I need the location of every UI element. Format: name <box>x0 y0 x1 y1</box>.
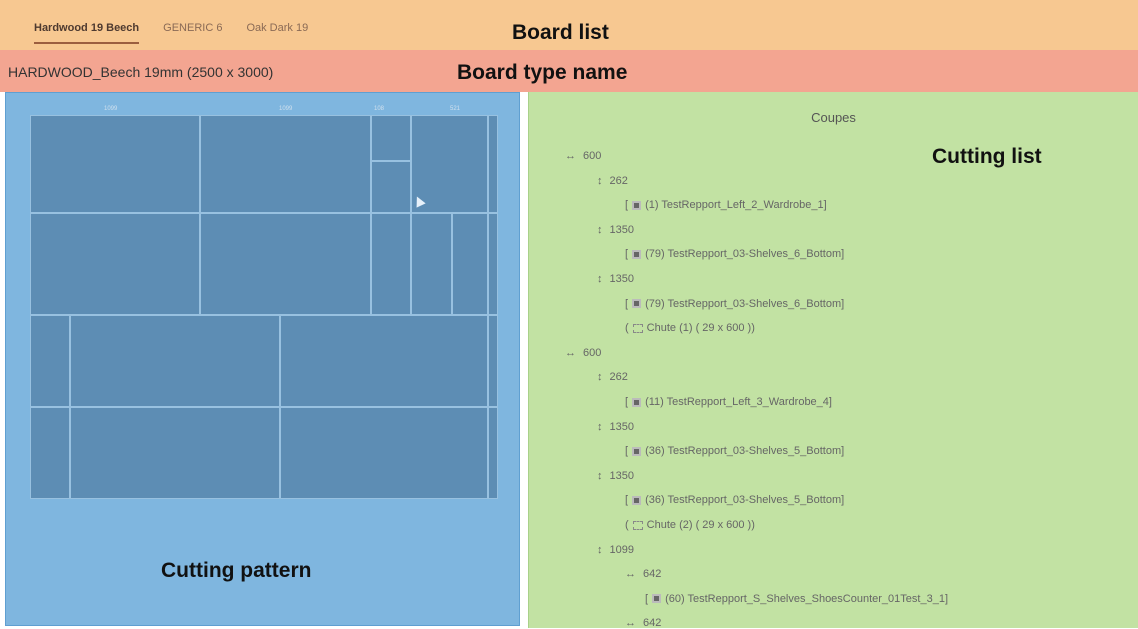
board-piece[interactable] <box>371 115 411 161</box>
row-text: Chute (1) ( 29 x 600 ) <box>646 322 752 335</box>
cutting-list-row: ↔ 600 <box>565 347 601 359</box>
horizontal-arrow-icon: ↔ <box>625 568 636 581</box>
row-text: Chute (2) ( 29 x 600 ) <box>646 519 752 531</box>
part-checkbox-icon <box>652 594 662 604</box>
vertical-arrow-icon: ↕ <box>597 469 603 482</box>
cutting-list-label: Cutting list <box>932 145 1042 168</box>
cutting-list-title: Coupes <box>811 110 856 125</box>
board-piece[interactable] <box>30 213 200 315</box>
cutting-list-panel: Coupes ↔ 600 ↕ 262 [(1) TestRepport_Left_2_W… <box>528 92 1138 629</box>
chute-icon <box>632 520 643 530</box>
board-piece[interactable] <box>200 213 371 315</box>
board-piece[interactable] <box>30 315 70 407</box>
cutting-list-row: ↔ 642 <box>625 568 661 580</box>
cutting-list-row: [(79) TestRepport_03-Shelves_6_Bottom ] <box>625 248 845 261</box>
board-type-name: HARDWOOD_Beech 19mm (2500 x 3000) <box>8 64 274 80</box>
row-text: 262 <box>609 174 628 187</box>
cutting-list-row: ↕ 1350 <box>597 421 634 433</box>
vertical-arrow-icon: ↕ <box>597 174 603 187</box>
board-piece[interactable] <box>488 115 498 213</box>
cutting-list-row: ↕ 1350 <box>597 224 634 236</box>
horizontal-arrow-icon: ↔ <box>625 617 636 629</box>
row-text: (79) TestRepport_03-Shelves_6_Bottom <box>645 297 842 310</box>
cutting-list-row: ↕ 1350 <box>597 273 634 285</box>
board-piece[interactable] <box>30 407 70 499</box>
chute-icon <box>632 323 643 333</box>
part-checkbox-icon <box>632 446 642 456</box>
cutting-list-row: [(60) TestRepport_S_Shelves_ShoesCounter… <box>645 592 948 605</box>
row-text: 1350 <box>609 469 634 482</box>
board-piece[interactable] <box>70 407 280 499</box>
row-text: 1099 <box>609 543 634 556</box>
part-checkbox-icon <box>632 397 642 407</box>
cutting-list-row: (Chute (1) ( 29 x 600 ) ) <box>625 322 755 335</box>
board-tabs: Hardwood 19 Beech GENERIC 6 Oak Dark 19 <box>34 22 332 44</box>
part-checkbox-icon <box>632 200 642 210</box>
row-text: 1350 <box>609 223 634 236</box>
cutting-list-row: ↔ 642 <box>625 617 661 629</box>
part-checkbox-icon <box>632 495 642 505</box>
board-piece[interactable] <box>488 407 498 499</box>
board-tab[interactable]: Oak Dark 19 <box>246 22 308 44</box>
board-piece[interactable] <box>488 213 498 315</box>
board-piece[interactable] <box>488 315 498 407</box>
cutting-list-row: [(36) TestRepport_03-Shelves_5_Bottom ] <box>625 494 845 507</box>
board-piece[interactable] <box>70 315 280 407</box>
row-text: 642 <box>643 568 662 581</box>
cutting-list-row: (Chute (2) ( 29 x 600 ) ) <box>625 519 755 531</box>
board-piece[interactable] <box>411 213 452 315</box>
row-text: (1) TestRepport_Left_2_Wardrobe_1 <box>645 199 824 212</box>
board-piece[interactable] <box>280 315 488 407</box>
board-piece[interactable] <box>200 115 371 213</box>
vertical-arrow-icon: ↕ <box>597 371 603 384</box>
row-text: 1350 <box>609 420 634 433</box>
row-text: (36) TestRepport_03-Shelves_5_Bottom <box>645 445 842 458</box>
row-text: 600 <box>583 346 602 359</box>
part-checkbox-icon <box>632 249 642 259</box>
board-piece[interactable] <box>30 115 200 213</box>
row-text: (11) TestRepport_Left_3_Wardrobe_4 <box>645 396 829 408</box>
board-list-label: Board list <box>512 21 609 44</box>
cutting-list-row: ↔ 600 <box>565 150 601 162</box>
row-text: (60) TestRepport_S_Shelves_ShoesCounter_… <box>665 592 945 605</box>
board-type-label: Board type name <box>457 61 628 84</box>
horizontal-arrow-icon: ↔ <box>565 346 576 359</box>
vertical-arrow-icon: ↕ <box>597 420 603 433</box>
board-tab[interactable]: Hardwood 19 Beech <box>34 22 140 44</box>
horizontal-arrow-icon: ↔ <box>565 150 576 162</box>
vertical-arrow-icon: ↕ <box>597 223 603 236</box>
cutting-pattern[interactable]: 1099 1099 108 521 <box>5 92 520 626</box>
board-piece[interactable] <box>371 161 411 213</box>
row-text: 1350 <box>609 273 634 285</box>
row-text: 600 <box>583 150 602 162</box>
vertical-arrow-icon: ↕ <box>597 543 603 556</box>
top-dim-label: 108 <box>374 106 385 112</box>
vertical-arrow-icon: ↕ <box>597 273 603 285</box>
board-piece[interactable] <box>371 213 411 315</box>
row-text: (79) TestRepport_03-Shelves_6_Bottom <box>645 248 842 261</box>
cutting-list-row: [(79) TestRepport_03-Shelves_6_Bottom ] <box>625 297 845 310</box>
row-text: 262 <box>609 371 628 384</box>
cutting-list-row: ↕ 262 <box>597 175 628 187</box>
row-text: 642 <box>643 617 662 629</box>
cutting-list-row: ↕ 1350 <box>597 470 634 482</box>
row-text: (36) TestRepport_03-Shelves_5_Bottom <box>645 494 842 507</box>
board-tab[interactable]: GENERIC 6 <box>163 22 222 44</box>
cutting-list-row: ↕ 262 <box>597 371 628 383</box>
cutting-list-row: ↕ 1099 <box>597 544 634 556</box>
cutting-list-row: [(36) TestRepport_03-Shelves_5_Bottom ] <box>625 445 845 458</box>
top-dim-label: 1099 <box>104 106 118 112</box>
top-dim-label: 1099 <box>279 106 293 112</box>
cutting-list-row: [(1) TestRepport_Left_2_Wardrobe_1 ] <box>625 199 827 212</box>
part-checkbox-icon <box>632 299 642 309</box>
cutting-list-row: [(11) TestRepport_Left_3_Wardrobe_4 ] <box>625 396 832 408</box>
top-dim-label: 521 <box>450 106 461 112</box>
cutting-pattern-label: Cutting pattern <box>161 559 312 582</box>
board-piece[interactable] <box>280 407 488 499</box>
board-piece[interactable] <box>452 213 488 315</box>
